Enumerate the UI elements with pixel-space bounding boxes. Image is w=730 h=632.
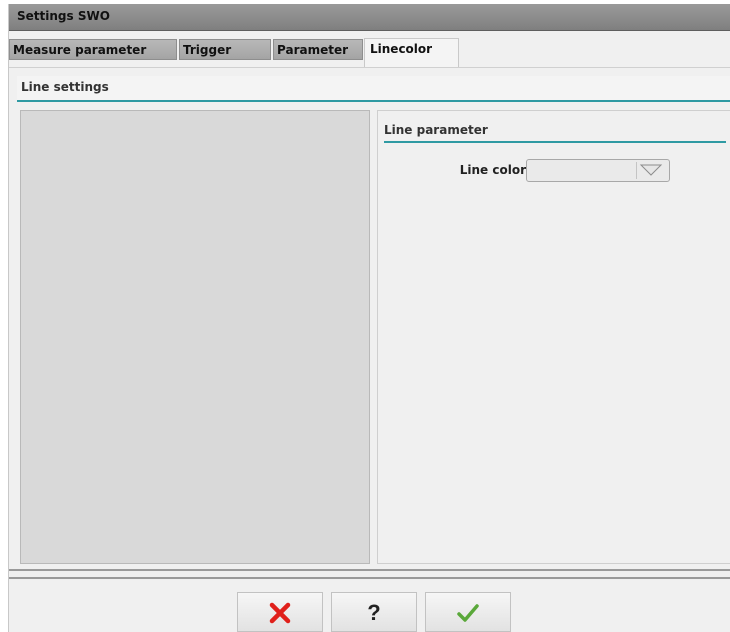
line-parameter-title: Line parameter <box>384 123 488 137</box>
preview-panel <box>20 110 370 564</box>
line-parameter-panel: Line parameter Line color <box>377 110 730 564</box>
title-bar: Settings SWO <box>9 4 730 31</box>
help-button[interactable]: ? <box>331 592 417 632</box>
chevron-down-icon <box>639 164 663 176</box>
cancel-x-icon <box>269 602 291 624</box>
help-label: ? <box>367 600 381 625</box>
line-parameter-header: Line parameter <box>384 119 726 143</box>
line-color-dropdown[interactable] <box>526 159 670 182</box>
settings-window: Settings SWO Measure parameter Trigger P… <box>8 4 730 632</box>
confirm-button[interactable] <box>425 592 511 632</box>
cancel-button[interactable] <box>237 592 323 632</box>
line-settings-title: Line settings <box>21 80 109 94</box>
tab-linecolor[interactable]: Linecolor <box>364 38 459 67</box>
window-title: Settings SWO <box>17 9 110 23</box>
tab-parameter[interactable]: Parameter <box>273 39 363 60</box>
footer-separator <box>9 569 730 579</box>
dropdown-button[interactable] <box>636 162 665 179</box>
line-settings-header: Line settings <box>17 76 730 102</box>
line-color-label: Line color <box>459 163 526 177</box>
tab-measure-parameter[interactable]: Measure parameter <box>9 39 177 60</box>
tab-bar: Measure parameter Trigger Parameter Line… <box>9 31 730 68</box>
tab-trigger[interactable]: Trigger <box>179 39 271 60</box>
checkmark-icon <box>457 604 479 622</box>
